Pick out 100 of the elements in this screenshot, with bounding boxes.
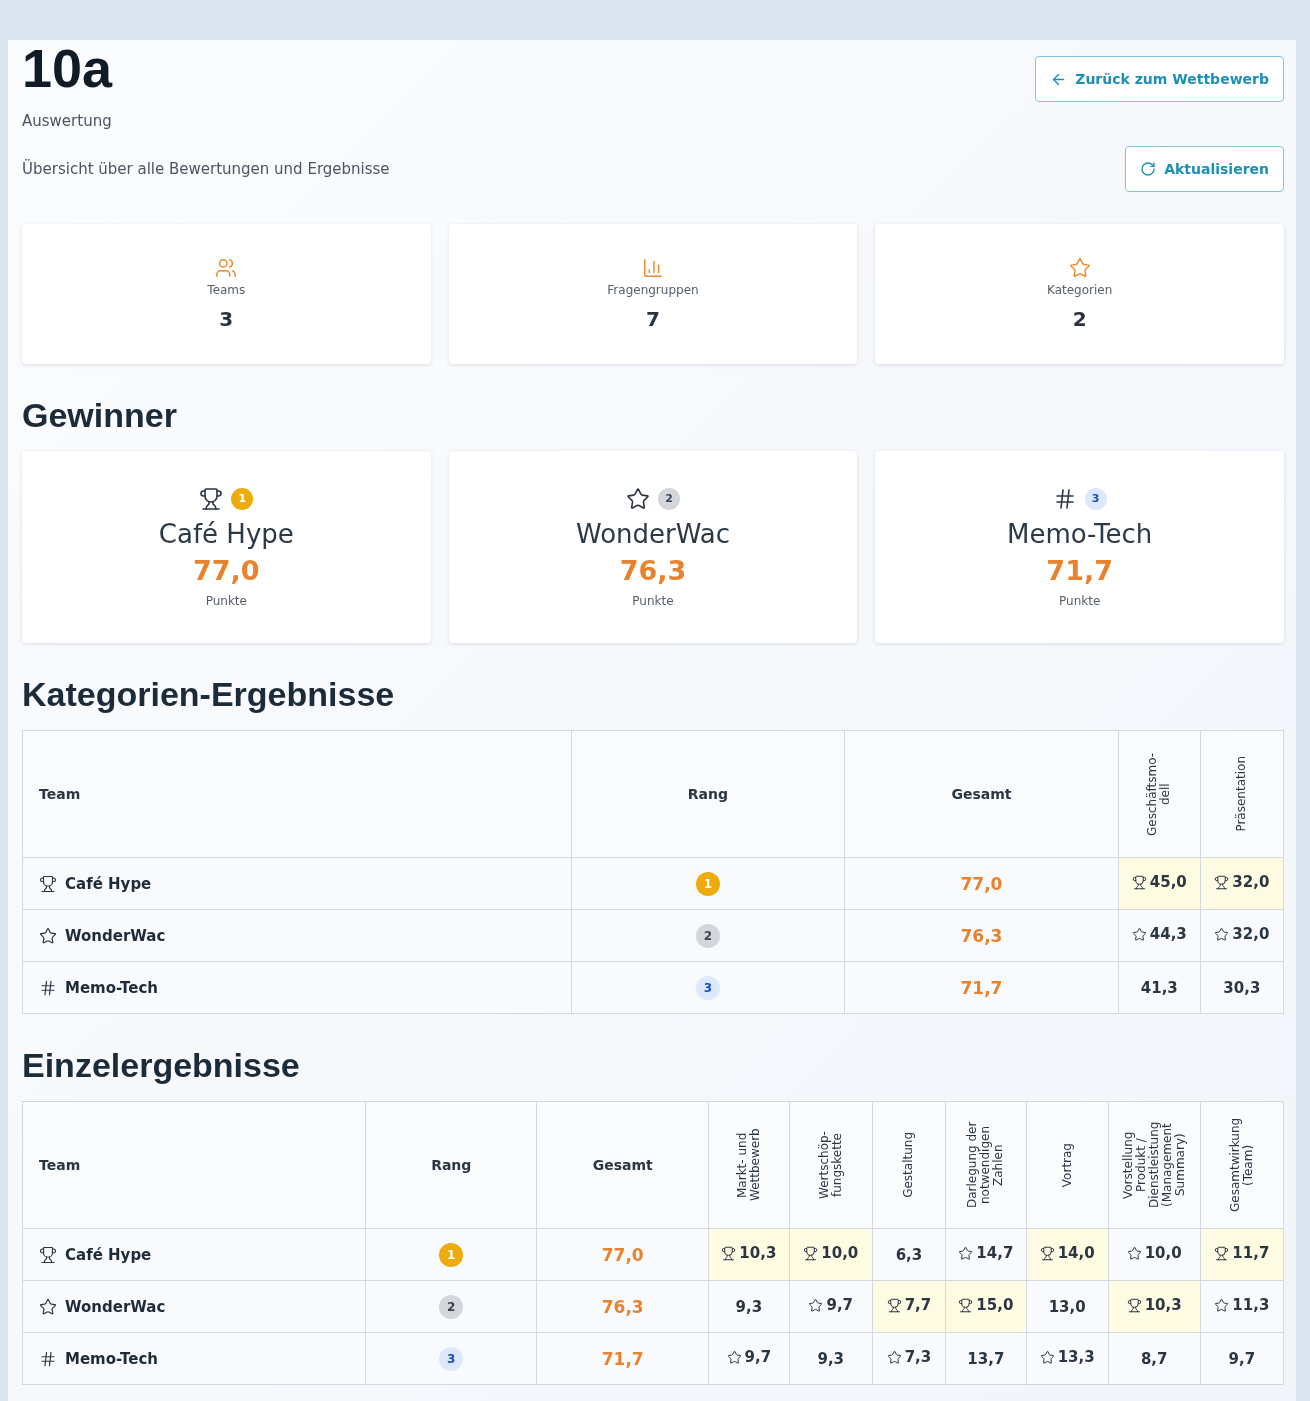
score-unit: Punkte — [632, 593, 674, 608]
star-icon — [1126, 1245, 1142, 1261]
section-heading: Kategorien-Ergebnisse — [22, 675, 396, 714]
stat-label: Teams — [207, 283, 246, 297]
star-icon — [1214, 1297, 1230, 1313]
score-value: 7,7 — [904, 1296, 932, 1315]
trophy-icon — [958, 1297, 974, 1313]
score-value: 41,3 — [1140, 978, 1178, 997]
star-icon — [958, 1245, 974, 1261]
column-header: Gesamt — [537, 1101, 709, 1229]
star-icon — [726, 1349, 742, 1365]
score-value: 7,3 — [904, 1348, 932, 1367]
star-icon — [1039, 1349, 1055, 1365]
star-icon — [1068, 257, 1091, 279]
column-header: Rang — [571, 730, 845, 858]
star-icon — [886, 1349, 902, 1365]
back-button[interactable]: Zurück zum Wettbewerb — [1035, 56, 1284, 102]
score-value: 9,3 — [735, 1297, 763, 1316]
score-value: 13,3 — [1057, 1348, 1095, 1367]
score-value: 9,3 — [817, 1349, 845, 1368]
score-value: 10,0 — [821, 1244, 859, 1263]
column-header: Wertschöp-fungskette — [817, 1130, 844, 1201]
rank-badge: 3 — [439, 1346, 464, 1371]
column-header: Gestaltung — [902, 1132, 916, 1198]
team-name: Café Hype — [158, 518, 294, 549]
column-header: Markt- und Wettbewerb — [735, 1127, 762, 1204]
rank-badge: 2 — [658, 487, 680, 510]
bar-chart-icon — [642, 257, 664, 279]
total-score: 76,3 — [601, 1296, 644, 1317]
column-header: Präsentation — [1235, 756, 1249, 832]
score-value: 32,0 — [1232, 873, 1270, 892]
trophy-icon — [803, 1245, 819, 1261]
score-value: 9,7 — [826, 1296, 854, 1315]
rank-badge: 3 — [1084, 487, 1107, 510]
rank-badge: 2 — [439, 1294, 464, 1319]
stat-value: 3 — [219, 307, 234, 331]
column-header: Team — [22, 730, 572, 858]
star-icon — [39, 1297, 57, 1316]
section-heading: Einzelergebnisse — [22, 1046, 301, 1085]
team-name: Café Hype — [65, 874, 152, 893]
page-title: 10a — [22, 40, 113, 96]
rank-badge: 1 — [439, 1242, 464, 1267]
team-name: WonderWac — [65, 1297, 166, 1316]
star-icon — [39, 926, 57, 945]
page-subtitle: Auswertung — [22, 112, 113, 130]
column-header: Darlegung der notwendigen Zahlen — [966, 1120, 1006, 1211]
column-header: Gesamtwirkung (Team) — [1228, 1116, 1255, 1215]
score-value: 45,0 — [1149, 873, 1187, 892]
refresh-icon — [1140, 161, 1157, 177]
score-value: 9,7 — [744, 1348, 772, 1367]
trophy-icon — [721, 1245, 737, 1261]
team-name: WonderWac — [575, 518, 730, 549]
star-icon — [1214, 926, 1230, 942]
score-value: 30,3 — [1223, 978, 1261, 997]
trophy-icon — [1126, 1297, 1142, 1313]
trophy-icon — [886, 1297, 902, 1313]
rank-badge: 1 — [695, 871, 720, 896]
stat-label: Fragengruppen — [607, 283, 699, 297]
hash-icon — [39, 1349, 57, 1368]
rank-badge: 1 — [231, 487, 254, 510]
star-icon — [626, 486, 650, 511]
winner-score: 71,7 — [1046, 554, 1113, 586]
score-value: 15,0 — [976, 1296, 1014, 1315]
stat-value: 2 — [1072, 307, 1087, 331]
score-value: 11,7 — [1232, 1244, 1270, 1263]
stat-value: 7 — [646, 307, 660, 331]
score-value: 11,3 — [1232, 1296, 1270, 1315]
column-header: Geschäftsmo-dell — [1146, 751, 1173, 838]
winner-score: 76,3 — [619, 554, 687, 586]
stat-label: Kategorien — [1047, 283, 1113, 297]
total-score: 71,7 — [601, 1348, 644, 1369]
score-unit: Punkte — [205, 593, 247, 608]
column-header: Team — [22, 1101, 366, 1229]
total-score: 76,3 — [960, 925, 1003, 946]
rank-badge: 2 — [695, 923, 720, 948]
score-value: 13,0 — [1048, 1297, 1086, 1316]
total-score: 77,0 — [960, 873, 1003, 894]
refresh-button[interactable]: Aktualisieren — [1125, 146, 1284, 192]
team-name: Memo-Tech — [65, 978, 159, 997]
score-value: 6,3 — [895, 1245, 923, 1264]
score-value: 32,0 — [1232, 925, 1270, 944]
star-icon — [808, 1297, 824, 1313]
team-name: Memo-Tech — [1006, 518, 1153, 549]
score-value: 10,3 — [739, 1244, 777, 1263]
winner-score: 77,0 — [193, 554, 260, 586]
trophy-icon — [1214, 874, 1230, 890]
score-value: 44,3 — [1149, 925, 1187, 944]
trophy-icon — [39, 874, 57, 893]
score-value: 8,7 — [1140, 1349, 1168, 1368]
column-header: Vorstellung Produkt / Dienstleistung (Management Summary) — [1121, 1120, 1187, 1211]
section-heading: Gewinner — [22, 396, 178, 435]
trophy-icon — [1131, 874, 1147, 890]
team-name: Café Hype — [65, 1245, 152, 1264]
column-header: Rang — [365, 1101, 537, 1229]
score-value: 14,7 — [976, 1244, 1014, 1263]
team-name: WonderWac — [65, 926, 166, 945]
hash-icon — [39, 978, 57, 997]
star-icon — [1131, 926, 1147, 942]
users-icon — [215, 257, 238, 279]
score-unit: Punkte — [1059, 593, 1101, 608]
